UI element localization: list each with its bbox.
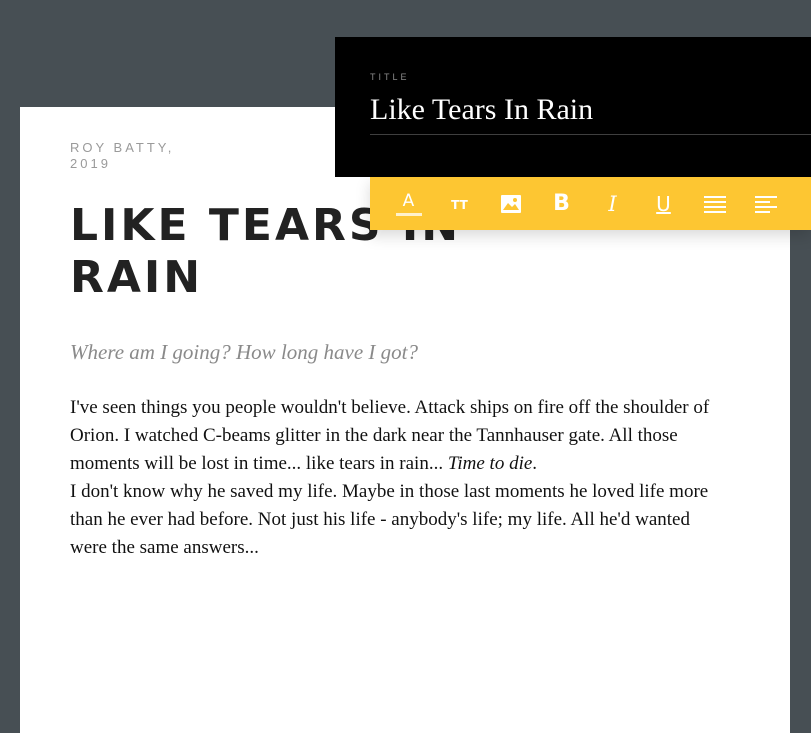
italic-button[interactable]: I xyxy=(587,177,638,230)
text-size-button[interactable]: TT xyxy=(434,177,485,230)
justify-icon xyxy=(703,195,726,213)
insert-image-button[interactable] xyxy=(485,177,536,230)
title-editor-panel: TITLE xyxy=(335,37,811,177)
image-icon xyxy=(500,194,521,213)
article-subtitle: Where am I going? How long have I got? xyxy=(70,340,418,364)
bold-icon: B xyxy=(553,190,570,216)
align-left-button[interactable] xyxy=(740,177,791,230)
paragraph-1-italic: Time to die xyxy=(447,453,533,474)
justify-button[interactable] xyxy=(689,177,740,230)
text-size-icon: TT xyxy=(451,198,468,212)
author-name: ROY BATTY, xyxy=(70,140,175,155)
text-color-icon: A xyxy=(395,191,422,216)
paragraph-2: I don't know why he saved my life. Maybe… xyxy=(70,481,709,558)
text-color-button[interactable]: A xyxy=(383,177,434,230)
title-input[interactable] xyxy=(370,85,811,135)
align-left-icon xyxy=(754,195,777,213)
paragraph-1-end: . xyxy=(532,453,538,474)
title-field-label: TITLE xyxy=(370,72,410,82)
underline-icon: U xyxy=(656,191,671,216)
article-year: 2019 xyxy=(70,156,111,171)
author-byline: ROY BATTY, 2019 xyxy=(70,140,230,172)
italic-icon: I xyxy=(608,191,617,216)
article-body[interactable]: I've seen things you people wouldn't bel… xyxy=(70,394,710,562)
formatting-toolbar: A TT B I U xyxy=(370,177,811,230)
paragraph-1: I've seen things you people wouldn't bel… xyxy=(70,394,710,478)
paragraph-1-text: I've seen things you people wouldn't bel… xyxy=(70,397,710,474)
underline-button[interactable]: U xyxy=(638,177,689,230)
bold-button[interactable]: B xyxy=(536,177,587,230)
